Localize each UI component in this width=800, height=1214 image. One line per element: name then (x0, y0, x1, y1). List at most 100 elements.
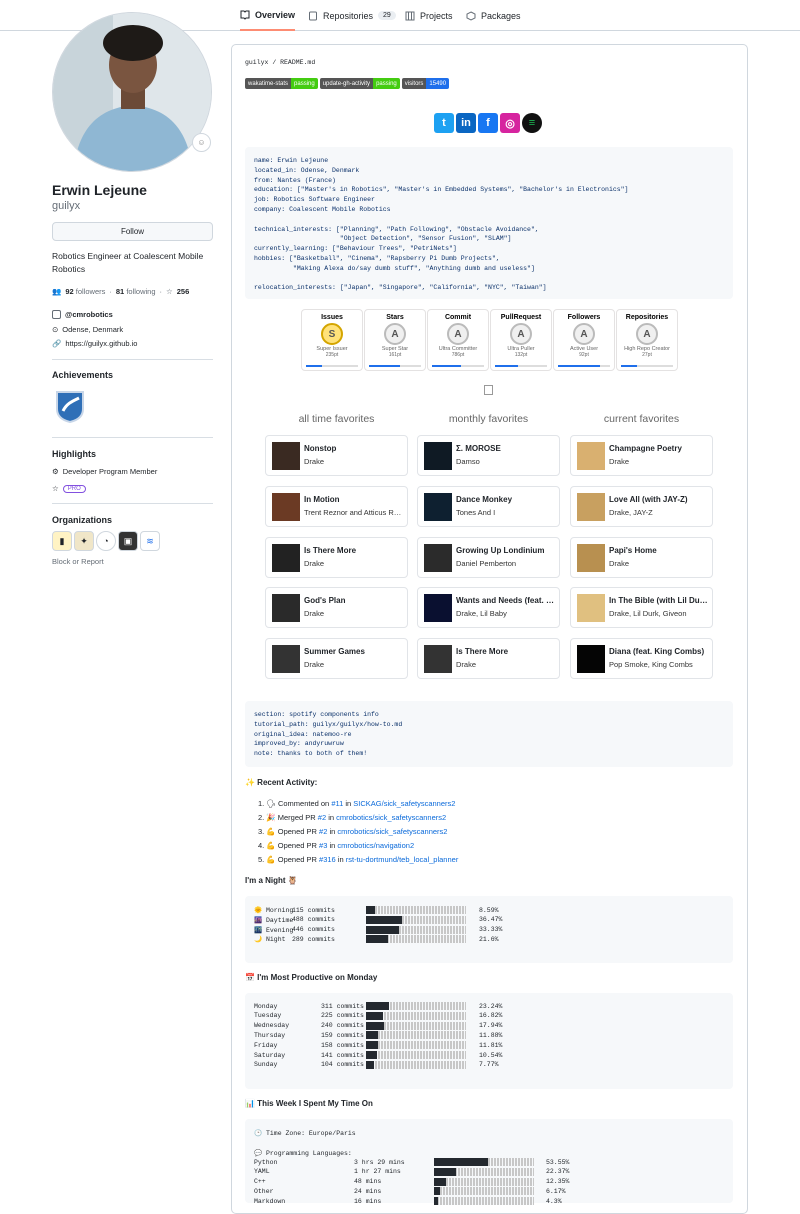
trophy-card[interactable]: Stars A Super Star 161pt (364, 309, 426, 371)
track-card[interactable]: Dance Monkey Tones And I (417, 485, 560, 527)
crumb-file[interactable]: README.md (280, 59, 315, 66)
instagram-icon[interactable]: ◎ (500, 113, 520, 133)
track-card[interactable]: God's Plan Drake (265, 587, 408, 629)
trophy-progress-bar (306, 365, 358, 367)
stars-count[interactable]: 256 (177, 287, 190, 296)
vcard-website[interactable]: 🔗 https://guilyx.github.io (52, 339, 137, 348)
tab-repositories[interactable]: Repositories 29 (308, 0, 396, 31)
stat-count: 159 commits (321, 1031, 364, 1039)
org-avatar-icon[interactable]: ≋ (140, 531, 160, 551)
org-avatar-icon[interactable]: ✦ (74, 531, 94, 551)
profile-login: guilyx (52, 200, 81, 212)
fav-header: current favorites (603, 413, 680, 425)
star-icon: ☆ (166, 287, 173, 296)
status-shield[interactable]: update-gh-activity passing (319, 78, 400, 89)
block-report-link[interactable]: Block or Report (52, 557, 104, 566)
track-card[interactable]: Σ. MOROSE Damso (417, 435, 560, 476)
follow-button[interactable]: Follow (52, 222, 213, 241)
stat-percent: 16.82% (479, 1012, 503, 1020)
set-status-icon[interactable]: ☺ (192, 133, 211, 152)
stat-label: Thursday (254, 1031, 286, 1039)
track-title: God's Plan (304, 596, 346, 606)
activity-pr-link[interactable]: #2 (318, 813, 326, 822)
facebook-icon[interactable]: f (478, 113, 498, 133)
org-avatar-icon[interactable]: ◔ (96, 531, 116, 551)
link-icon: 🔗 (52, 339, 62, 348)
track-card[interactable]: Diana (feat. King Combs) Pop Smoke, King … (570, 638, 713, 680)
stat-count: 225 commits (321, 1012, 364, 1020)
activity-text: in (327, 827, 338, 836)
activity-repo-link[interactable]: cmrobotics/sick_safetyscanners2 (337, 827, 447, 836)
track-card[interactable]: Papi's Home Drake (570, 536, 713, 578)
org-avatar-icon[interactable]: ▣ (118, 531, 138, 551)
track-title: Σ. MOROSE (456, 444, 501, 453)
following-link[interactable]: 81 following (116, 287, 156, 296)
track-artist: Drake (304, 558, 325, 568)
trophy-card[interactable]: Followers A Active User 92pt (553, 309, 615, 371)
stat-label: 🌃 Evening (254, 926, 294, 934)
stat-progress-bar (366, 1002, 466, 1010)
achievement-badge-icon[interactable] (55, 389, 85, 424)
activity-pr-link[interactable]: #316 (319, 855, 336, 864)
tab-overview[interactable]: Overview (240, 0, 296, 31)
track-card[interactable]: Wants and Needs (feat. Lil Baby) Drake, L… (417, 587, 560, 629)
linkedin-icon[interactable]: in (456, 113, 476, 133)
spotify-info-code-block: section: spotify components info tutoria… (245, 701, 733, 767)
album-art (577, 442, 605, 470)
track-card[interactable]: Champagne Poetry Drake (570, 435, 713, 476)
twitter-icon[interactable]: t (434, 113, 454, 133)
crumb-user[interactable]: guilyx (245, 59, 268, 66)
stat-count: 289 commits (292, 935, 335, 943)
trophy-card[interactable]: Issues S Super Issuer 235pt (301, 309, 363, 371)
track-card[interactable]: Love All (with JAY-Z) Drake, JAY-Z (570, 485, 713, 527)
trophy-title: Stars (386, 314, 404, 321)
activity-text: 1. 🗣 Commented on (258, 799, 332, 808)
trophy-title: Commit (444, 314, 472, 321)
trophy-card[interactable]: Repositories A High Repo Creator 27pt (616, 309, 678, 371)
stat-label: Python (254, 1158, 278, 1166)
track-card[interactable]: Is There More Drake (265, 536, 408, 578)
activity-repo-link[interactable]: SICKAG/sick_safetyscanners2 (353, 799, 455, 808)
track-card[interactable]: Summer Games Drake (265, 638, 408, 680)
trophy-medal-icon: A (573, 323, 595, 345)
weekday-stats: Monday 311 commits 23.24% Tuesday 225 commit… (245, 993, 733, 1089)
stat-label: 🌞 Morning (254, 907, 294, 914)
org-avatar-icon[interactable]: ▮ (52, 531, 72, 551)
trophy-card[interactable]: PullRequest A Ultra Puller 132pt (490, 309, 552, 371)
track-card[interactable]: Growing Up Londinium Daniel Pemberton (417, 536, 560, 578)
night-title: I'm a Night 🦉 (245, 876, 298, 885)
status-shield[interactable]: wakatime-stats passing (245, 78, 318, 89)
album-art (577, 645, 605, 674)
activity-repo-link[interactable]: cmrobotics/sick_safetyscanners2 (336, 813, 446, 822)
activity-pr-link[interactable]: #11 (331, 799, 343, 808)
stat-count: 311 commits (321, 1002, 364, 1010)
stat-progress-bar (434, 1158, 534, 1166)
activity-repo-link[interactable]: cmrobotics/navigation2 (337, 841, 414, 850)
avatar[interactable] (52, 12, 212, 172)
activity-text: 3. 💪 Opened PR (258, 827, 320, 836)
shield-label: wakatime-stats (245, 78, 292, 89)
trophy-progress-bar (621, 365, 673, 367)
track-artist: Trent Reznor and Atticus Ross (304, 507, 404, 517)
album-art (272, 492, 300, 521)
track-card[interactable]: In Motion Trent Reznor and Atticus Ross (265, 485, 408, 527)
shield-label: update-gh-activity (319, 78, 374, 89)
tab-label: Packages (481, 10, 521, 21)
fav-header: monthly favorites (448, 413, 529, 425)
stat-count: 16 mins (354, 1197, 382, 1205)
track-card[interactable]: Nonstop Drake (265, 435, 408, 476)
status-shield[interactable]: visitors 15490 (401, 78, 450, 89)
trophy-card[interactable]: Commit A Ultra Committer 786pt (427, 309, 489, 371)
followers-link[interactable]: 92 followers (65, 287, 105, 296)
tab-projects[interactable]: Projects (405, 0, 453, 31)
tab-packages[interactable]: Packages (466, 0, 521, 31)
stat-label: Friday (254, 1041, 278, 1049)
vcard-org[interactable]: @cmrobotics (52, 310, 113, 319)
track-card[interactable]: Is There More Drake (417, 638, 560, 680)
track-card[interactable]: In The Bible (with Lil Durk & Giveon) Dra… (570, 587, 713, 629)
album-art (424, 543, 452, 572)
spotify-icon[interactable]: ≡ (522, 113, 542, 133)
building-icon (52, 310, 61, 319)
stat-label: Monday (254, 1002, 278, 1010)
activity-repo-link[interactable]: rst-tu-dortmund/teb_local_planner (346, 855, 459, 864)
